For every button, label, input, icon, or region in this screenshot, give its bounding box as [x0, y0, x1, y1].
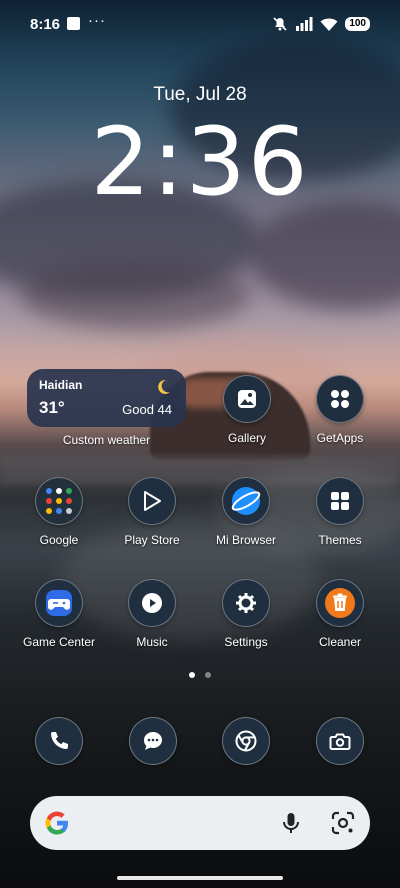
- google-search-bar[interactable]: [30, 796, 370, 850]
- messages-icon: [143, 732, 162, 750]
- folder-google[interactable]: Google: [12, 477, 106, 557]
- app-label: Google: [39, 533, 79, 547]
- wifi-icon: [320, 18, 338, 31]
- weather-temperature: 31°: [39, 398, 65, 417]
- weather-widget[interactable]: Haidian 31° Good 44: [27, 369, 186, 427]
- phone-icon: [51, 732, 68, 749]
- app-label: GetApps: [316, 431, 364, 445]
- dock-camera-button[interactable]: [316, 717, 364, 765]
- battery-indicator: 100: [345, 17, 370, 31]
- themes-icon: [316, 477, 364, 525]
- app-label: Music: [136, 635, 168, 649]
- moon-icon: [158, 379, 170, 394]
- mute-icon: [273, 17, 287, 31]
- app-mi-browser[interactable]: Mi Browser: [199, 477, 293, 557]
- camera-icon: [329, 733, 351, 750]
- dock-chrome-button[interactable]: [222, 717, 270, 765]
- notification-icon: [67, 17, 80, 30]
- gallery-icon: [223, 375, 271, 423]
- air-quality: Good 44: [122, 402, 172, 417]
- signal-icon: [296, 17, 313, 31]
- app-getapps[interactable]: GetApps: [293, 375, 387, 455]
- dock-phone-button[interactable]: [35, 717, 83, 765]
- status-time: 8:16: [30, 16, 61, 33]
- page-dot-active[interactable]: [189, 672, 195, 678]
- app-label: Themes: [318, 533, 362, 547]
- weather-widget-label: Custom weather: [62, 433, 151, 447]
- app-play-store[interactable]: Play Store: [105, 477, 199, 557]
- app-label: Gallery: [227, 431, 266, 445]
- app-cleaner[interactable]: Cleaner: [293, 579, 387, 659]
- lens-icon[interactable]: [330, 810, 356, 836]
- gesture-navigation-bar[interactable]: [117, 876, 283, 880]
- getapps-icon: [316, 375, 364, 423]
- app-label: Cleaner: [318, 635, 362, 649]
- mi-browser-icon: [222, 477, 270, 525]
- page-indicator: [0, 672, 400, 678]
- chrome-icon: [235, 730, 257, 752]
- clock-display[interactable]: 2:36: [0, 108, 400, 217]
- dock-messages-button[interactable]: [129, 717, 177, 765]
- app-label: Settings: [224, 635, 268, 649]
- game-center-icon: [35, 579, 83, 627]
- date-display[interactable]: Tue, Jul 28: [0, 84, 400, 106]
- play-store-icon: [128, 477, 176, 525]
- app-label: Mi Browser: [215, 533, 276, 547]
- cleaner-icon: [316, 579, 364, 627]
- microphone-icon[interactable]: [278, 810, 304, 836]
- status-bar: 8:16 ··· 100: [0, 0, 400, 48]
- app-gallery[interactable]: Gallery: [200, 375, 294, 455]
- google-folder-icon: [35, 477, 83, 525]
- music-icon: [128, 579, 176, 627]
- more-notifications-icon: ···: [88, 12, 106, 29]
- app-settings[interactable]: Settings: [199, 579, 293, 659]
- app-label: Game Center: [22, 635, 96, 649]
- google-g-icon: [45, 811, 68, 835]
- app-themes[interactable]: Themes: [293, 477, 387, 557]
- app-game-center[interactable]: Game Center: [12, 579, 106, 659]
- app-music[interactable]: Music: [105, 579, 199, 659]
- app-label: Play Store: [124, 533, 180, 547]
- settings-icon: [222, 579, 270, 627]
- page-dot[interactable]: [205, 672, 211, 678]
